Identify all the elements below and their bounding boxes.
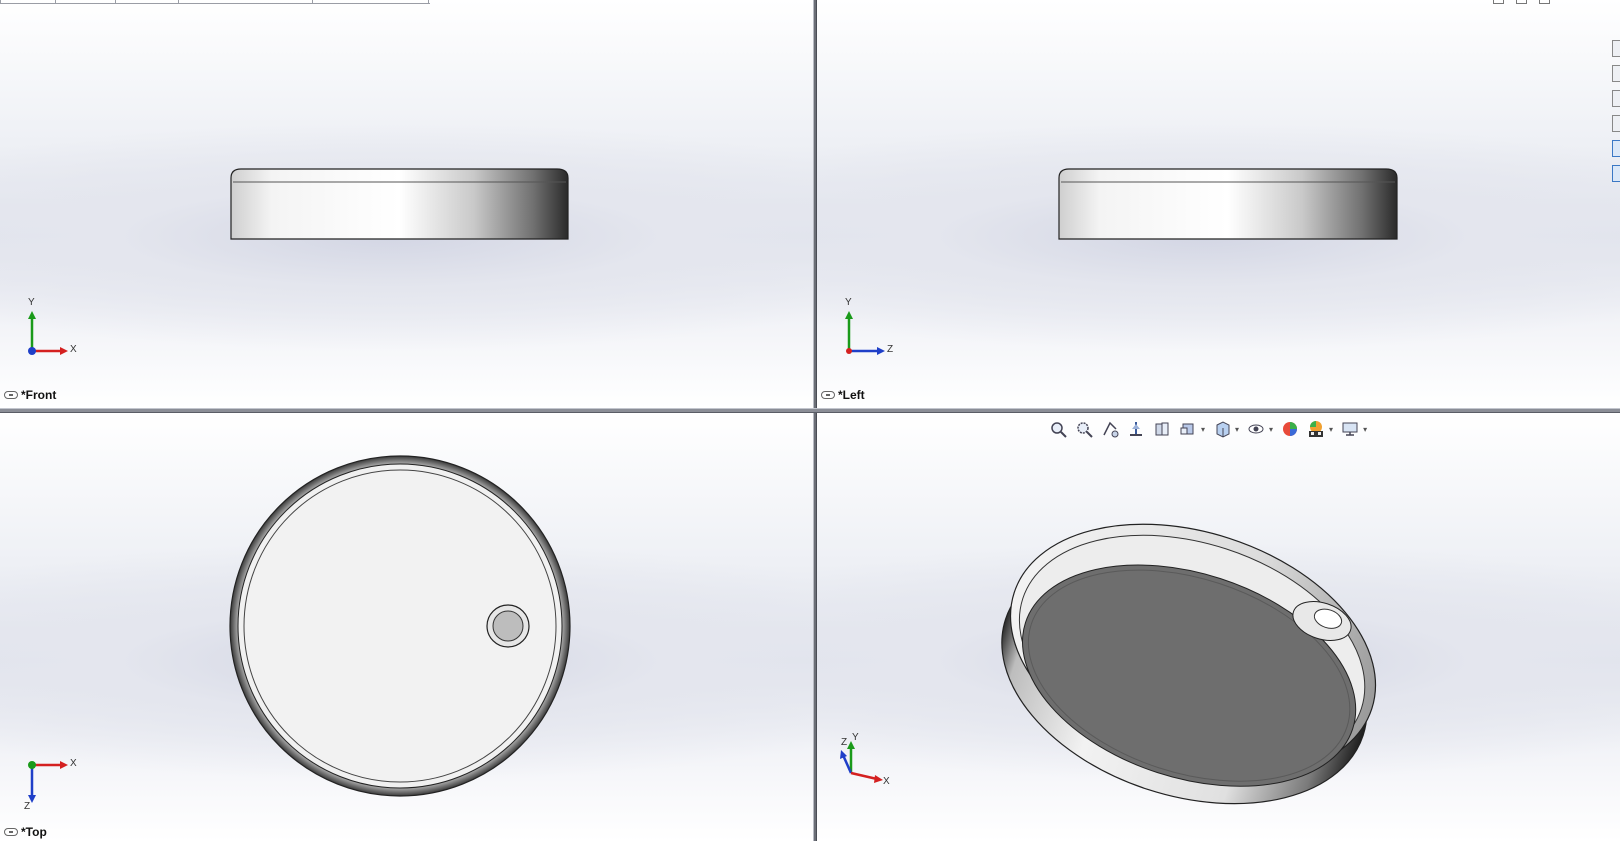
link-views-icon[interactable] (821, 391, 835, 399)
axis-label-x: X (70, 758, 77, 769)
axis-label-z: Z (24, 801, 31, 812)
viewport-label-front[interactable]: *Front (4, 388, 56, 402)
task-pane-tab[interactable] (1612, 115, 1620, 132)
link-views-icon[interactable] (4, 391, 18, 399)
axis-label-x: X (883, 776, 890, 787)
task-pane-tab[interactable] (1612, 140, 1620, 157)
viewport-name: *Front (21, 388, 57, 402)
axis-label-z: Z (841, 737, 848, 748)
viewport-label-top[interactable]: *Top (4, 825, 47, 839)
viewport-name: *Left (838, 388, 865, 402)
axis-label-z: Z (887, 344, 894, 355)
link-views-icon[interactable] (4, 828, 18, 836)
viewport-front[interactable]: Y X *Front (0, 0, 813, 408)
triad-isometric: Y Z X (837, 729, 897, 789)
triad-front: Y X (20, 297, 80, 363)
axis-label-y: Y (852, 732, 859, 743)
viewport-isometric[interactable]: ▾ ▾ ▾ ▾ ▾ Y Z X (817, 413, 1620, 841)
triad-left: Y Z (837, 297, 897, 363)
axis-label-y: Y (28, 297, 35, 308)
task-pane-tab[interactable] (1612, 65, 1620, 82)
task-pane-tab[interactable] (1612, 165, 1620, 182)
part-front-profile[interactable] (0, 0, 813, 408)
part-left-profile[interactable] (817, 0, 1620, 408)
viewport-splitter-vertical[interactable] (813, 0, 817, 841)
viewport-top[interactable]: X Z *Top (0, 413, 813, 841)
viewport-splitter-horizontal[interactable] (0, 408, 1620, 413)
axis-label-x: X (70, 344, 77, 355)
viewport-left[interactable]: Y Z *Left (817, 0, 1620, 408)
part-isometric[interactable] (817, 413, 1620, 841)
part-top-profile[interactable] (0, 413, 813, 841)
triad-top: X Z (20, 753, 80, 813)
task-pane-tab[interactable] (1612, 40, 1620, 57)
axis-label-y: Y (845, 297, 852, 308)
viewport-label-left[interactable]: *Left (821, 388, 865, 402)
viewport-name: *Top (21, 825, 47, 839)
task-pane-tabs[interactable] (1612, 40, 1620, 205)
task-pane-tab[interactable] (1612, 90, 1620, 107)
